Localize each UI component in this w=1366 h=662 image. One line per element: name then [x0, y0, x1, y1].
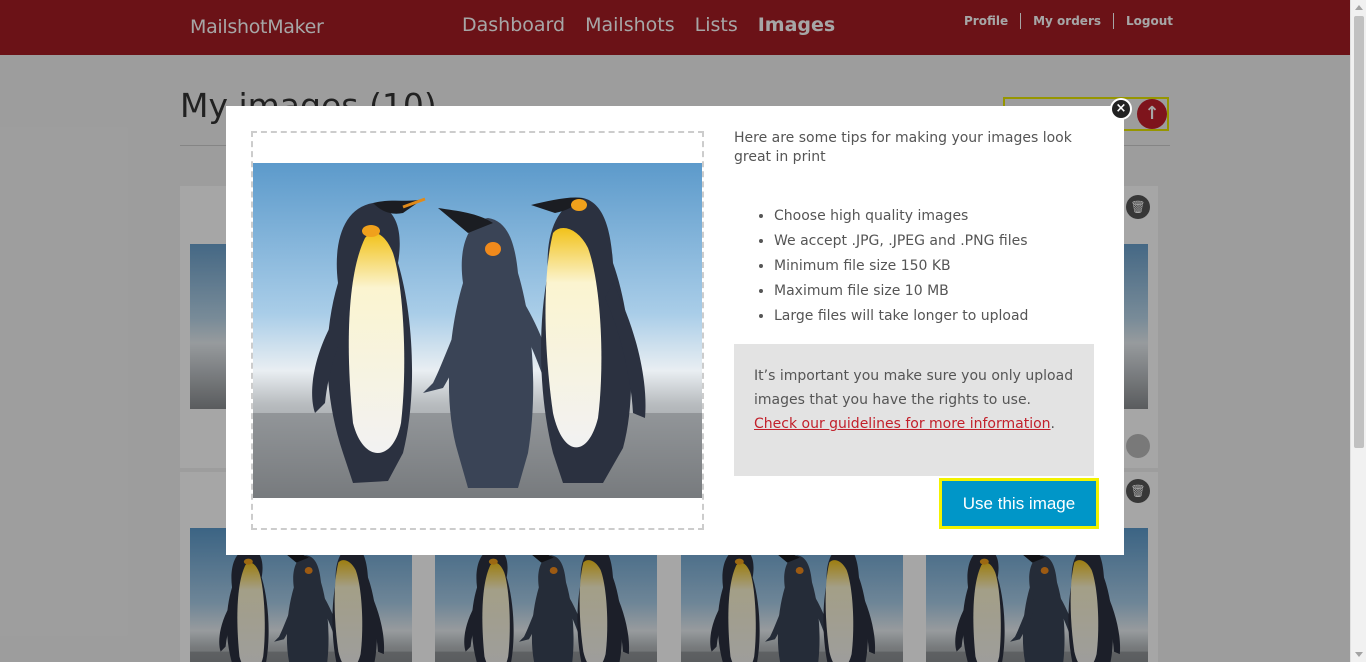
- tips-heading: Here are some tips for making your image…: [734, 130, 1072, 165]
- upload-image-modal: Here are some tips for making your image…: [226, 106, 1124, 555]
- tip-item: Large files will take longer to upload: [774, 304, 1028, 329]
- tips-list: Choose high quality images We accept .JP…: [774, 204, 1028, 329]
- scroll-down-arrow-icon[interactable]: [1355, 652, 1363, 657]
- tip-item: Maximum file size 10 MB: [774, 279, 1028, 304]
- close-icon[interactable]: ×: [1110, 98, 1132, 120]
- tip-item: Minimum file size 150 KB: [774, 254, 1028, 279]
- scrollbar-thumb[interactable]: [1354, 16, 1364, 448]
- rights-notice: It’s important you make sure you only up…: [734, 344, 1094, 476]
- scroll-up-arrow-icon[interactable]: [1355, 5, 1363, 10]
- tip-item: We accept .JPG, .JPEG and .PNG files: [774, 229, 1028, 254]
- guidelines-link[interactable]: Check our guidelines for more informatio…: [754, 416, 1051, 432]
- notice-text: It’s important you make sure you only up…: [754, 368, 1074, 408]
- tip-item: Choose high quality images: [774, 204, 1028, 229]
- page-scrollbar[interactable]: [1350, 0, 1366, 662]
- use-this-image-button[interactable]: Use this image: [939, 478, 1099, 529]
- notice-end: .: [1050, 416, 1055, 432]
- image-preview: [253, 163, 702, 498]
